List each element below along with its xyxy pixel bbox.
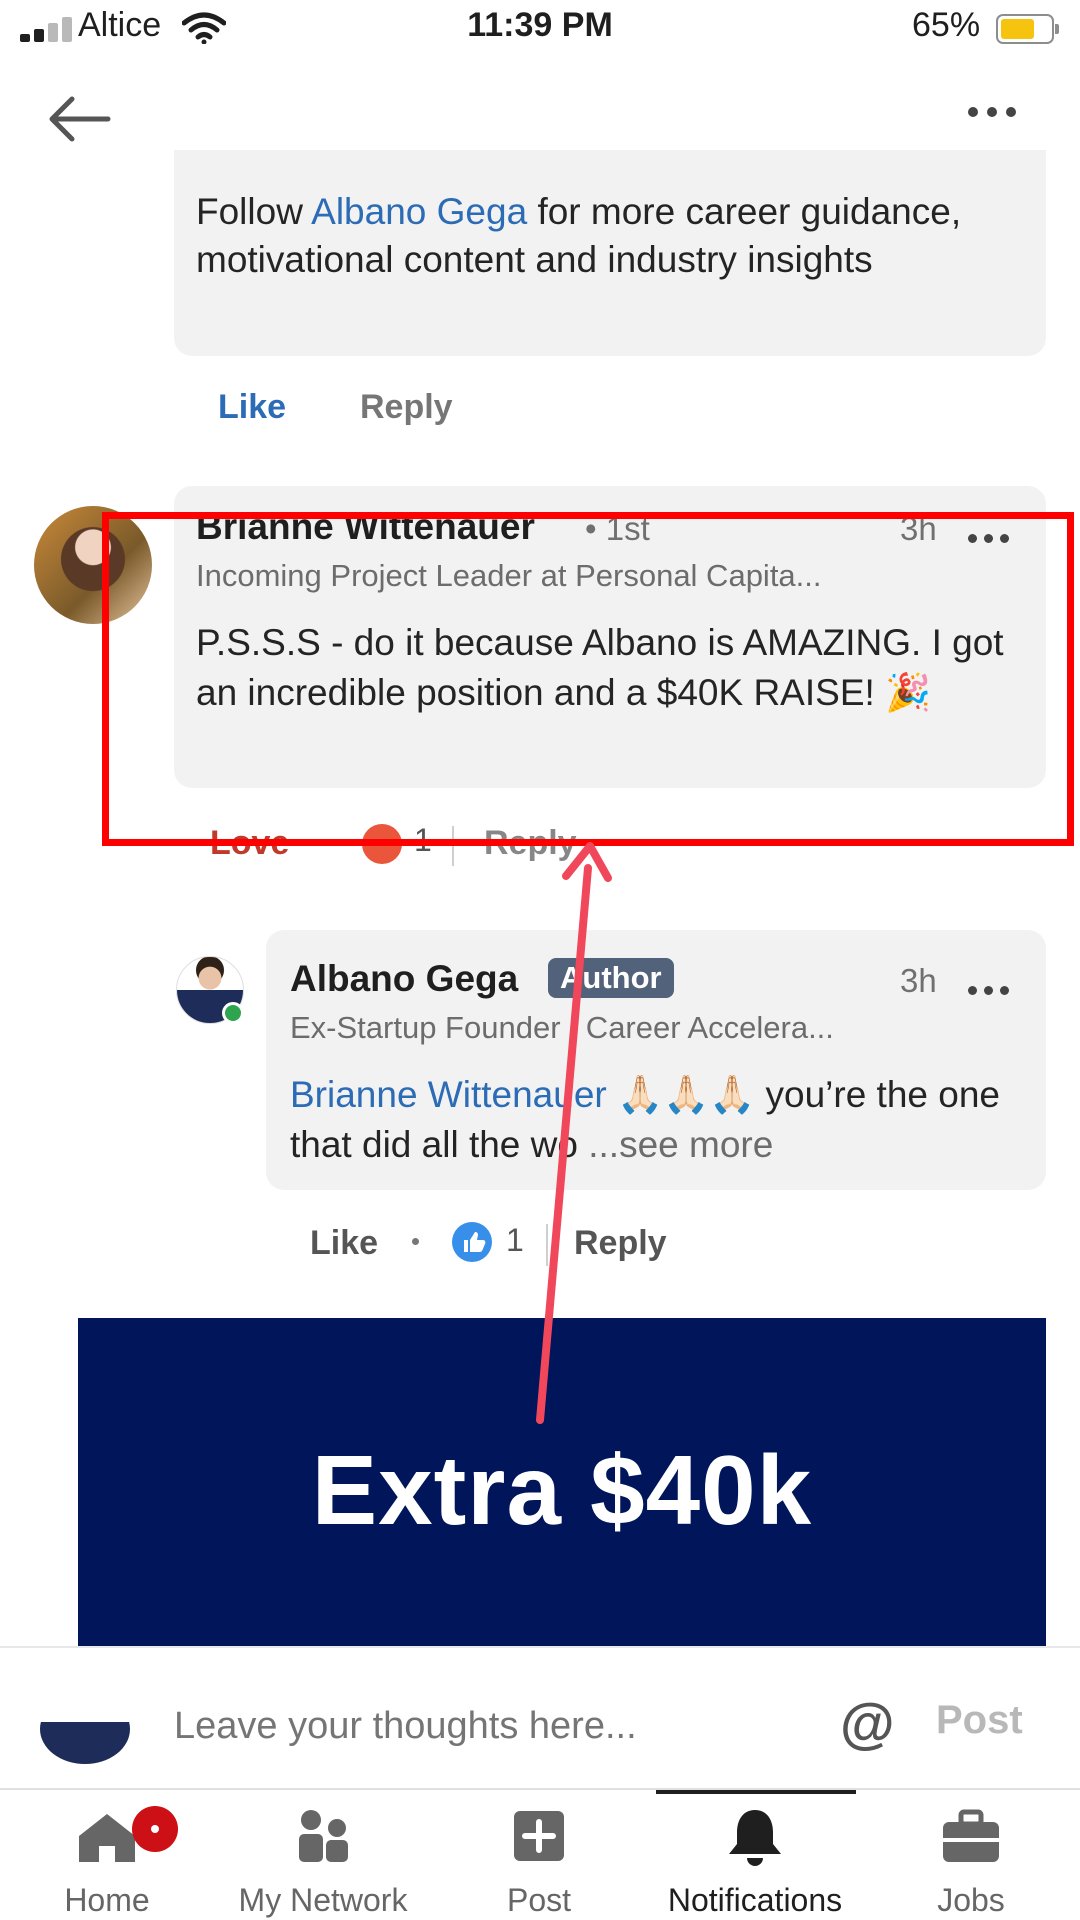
- like-button[interactable]: Like: [218, 388, 286, 427]
- more-options-button[interactable]: [968, 104, 1038, 134]
- post-plus-icon: [514, 1811, 564, 1861]
- divider: [0, 1646, 1080, 1648]
- online-status-icon: [222, 1002, 244, 1024]
- divider: [0, 1788, 1080, 1790]
- like-button[interactable]: Like: [310, 1224, 378, 1263]
- commenter-name[interactable]: Albano Gega: [290, 958, 518, 1000]
- active-tab-indicator: [656, 1790, 856, 1794]
- comment-time: 3h: [900, 962, 937, 999]
- comment-text: Brianne Wittenauer 🙏🏻🙏🏻🙏🏻 you’re the one…: [290, 1074, 1001, 1165]
- highlight-box: [102, 512, 1074, 846]
- briefcase-icon: [943, 1809, 999, 1862]
- mention-button[interactable]: @: [840, 1690, 895, 1755]
- back-button[interactable]: [44, 94, 114, 144]
- battery-percent: 65%: [912, 6, 981, 44]
- author-mention-link[interactable]: Albano Gega: [311, 191, 527, 232]
- comment-text: Follow Albano Gega for more career guida…: [196, 191, 962, 280]
- thumbs-up-icon: [452, 1222, 492, 1262]
- home-icon: [79, 1814, 135, 1862]
- author-badge: Author: [548, 958, 674, 998]
- bell-icon: [729, 1810, 781, 1866]
- battery-icon: [996, 14, 1059, 44]
- reply-button[interactable]: Reply: [574, 1224, 667, 1263]
- comment-input[interactable]: [174, 1698, 814, 1754]
- reply-button[interactable]: Reply: [360, 388, 453, 427]
- mention-link[interactable]: Brianne Wittenauer: [290, 1074, 607, 1115]
- status-bar: Altice 11:39 PM 65%: [0, 0, 1080, 60]
- banner-text: Extra $40k: [311, 1435, 813, 1545]
- post-button[interactable]: Post: [936, 1698, 1023, 1743]
- see-more-link[interactable]: ...see more: [578, 1124, 773, 1165]
- notification-badge: [132, 1806, 178, 1852]
- dot-separator: [412, 1238, 419, 1245]
- reaction-count[interactable]: 1: [506, 1222, 524, 1259]
- avatar: [40, 1694, 130, 1764]
- commenter-headline: Ex-Startup Founder | Career Accelera...: [290, 1010, 834, 1045]
- network-icon: [299, 1810, 348, 1862]
- comment-bubble: Follow Albano Gega for more career guida…: [174, 150, 1046, 356]
- arrow-left-icon: [49, 96, 111, 142]
- divider: [546, 1224, 548, 1266]
- comment-options-button[interactable]: [968, 982, 1009, 1000]
